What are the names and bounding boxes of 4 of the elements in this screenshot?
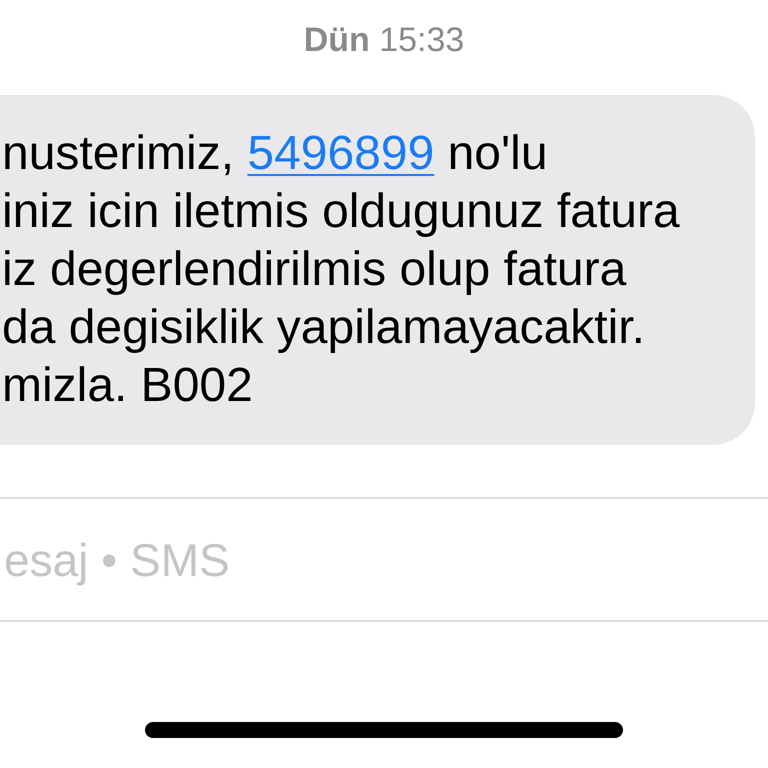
phone-number-link[interactable]: 5496899 (247, 127, 434, 180)
message-field[interactable]: esaj • SMS (0, 497, 768, 622)
message-text: nusterimiz, 5496899 no'lu iniz icin iletmis oldugunuz fatura iz degerlendirilmis olup fatura da degisiklik yapilamayacaktir. mizla. B002 (2, 126, 680, 414)
timestamp: Dün 15:33 (304, 20, 464, 60)
